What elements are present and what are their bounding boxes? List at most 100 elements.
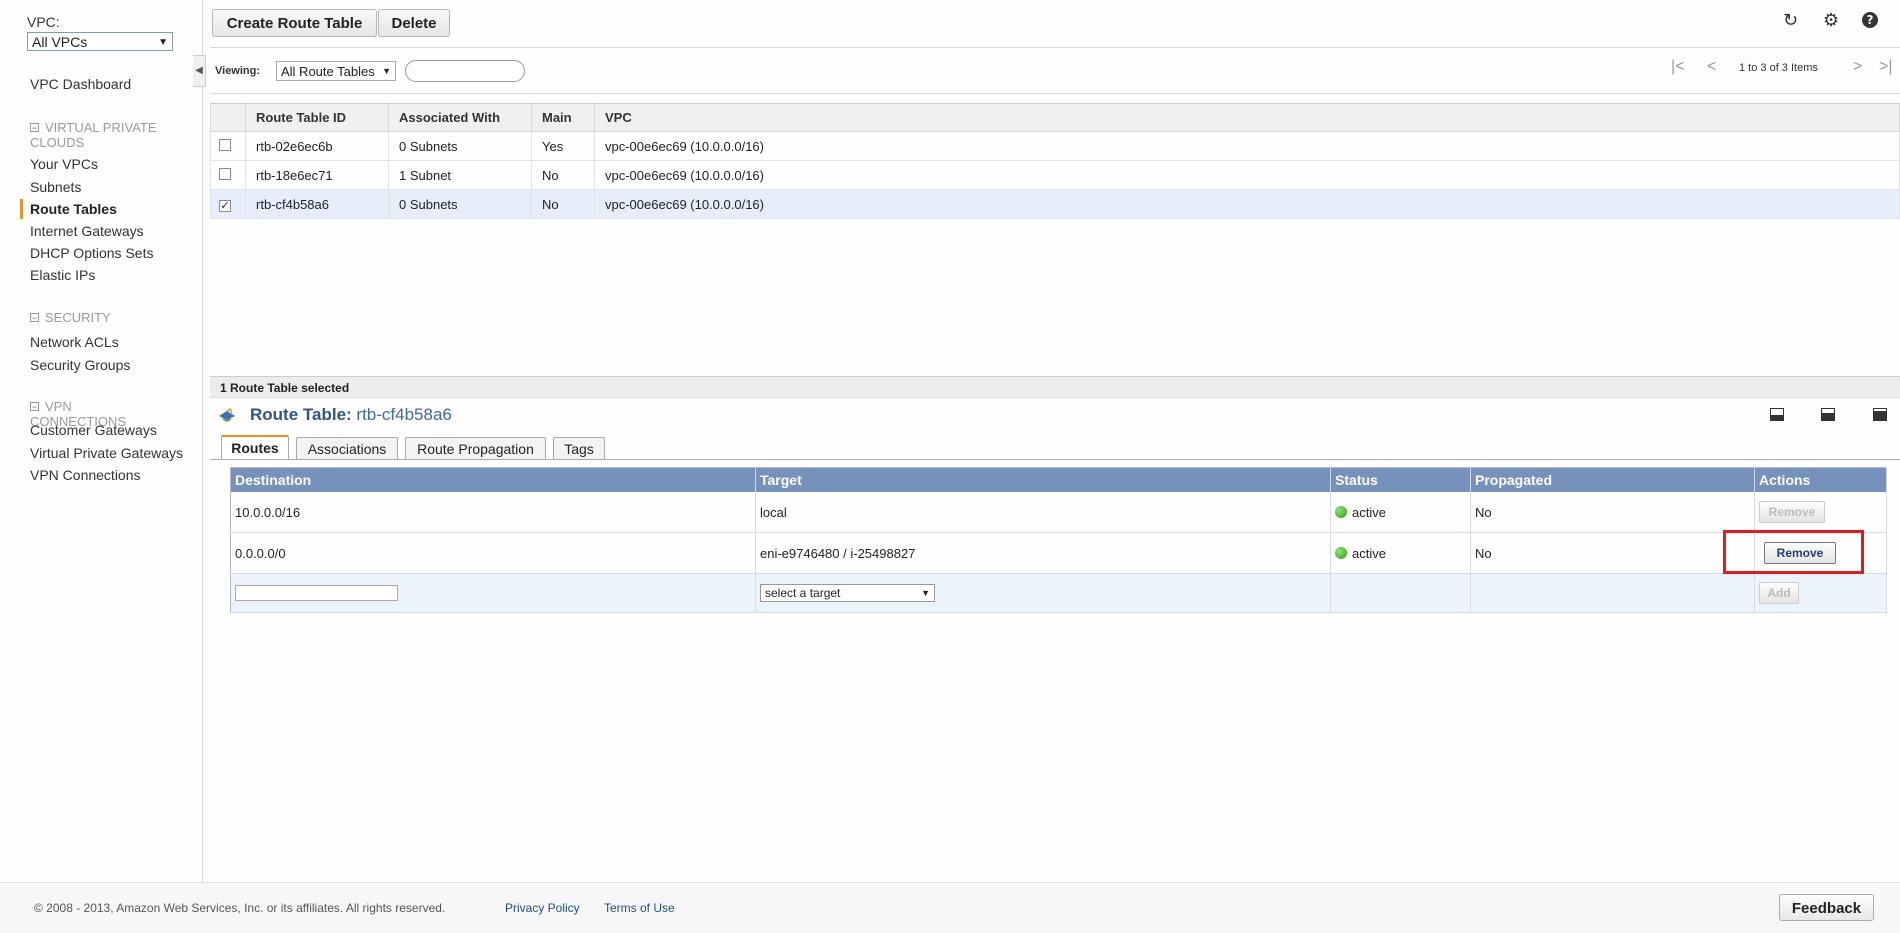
status-active-icon xyxy=(1335,546,1347,559)
status-text: active xyxy=(1352,545,1386,561)
first-page-icon[interactable]: |< xyxy=(1671,58,1685,76)
destination-input[interactable] xyxy=(235,585,398,602)
sidebar-item-customer-gateways[interactable]: Customer Gateways xyxy=(30,422,157,438)
row-checkbox[interactable] xyxy=(219,167,231,180)
column-header[interactable]: Route Table ID xyxy=(245,103,389,132)
prev-page-icon[interactable]: < xyxy=(1707,58,1716,76)
viewing-filter-select[interactable]: All Route Tables ▼ xyxy=(276,61,396,81)
tab-routes[interactable]: Routes xyxy=(221,435,289,459)
sidebar-item-your-vpcs[interactable]: Your VPCs xyxy=(30,156,98,172)
chevron-down-icon: ▼ xyxy=(158,37,168,48)
vpc-filter-select[interactable]: All VPCs ▼ xyxy=(27,32,173,51)
table-row[interactable]: rtb-18e6ec71 1 Subnet No vpc-00e6ec69 (1… xyxy=(210,160,1900,190)
route-destination: 0.0.0.0/0 xyxy=(230,532,756,574)
sidebar-item-vpn-connections[interactable]: VPN Connections xyxy=(30,467,141,483)
vpc-filter-value: All VPCs xyxy=(32,34,88,50)
delete-button[interactable]: Delete xyxy=(378,9,450,37)
sidebar-item-route-tables[interactable]: Route Tables xyxy=(30,201,117,217)
section-title: SECURITY xyxy=(45,310,111,325)
column-header[interactable]: Main xyxy=(531,103,595,132)
route-row: 10.0.0.0/16 local active No Remove xyxy=(230,492,1887,533)
layout-top-icon[interactable] xyxy=(1873,408,1887,421)
viewing-divider xyxy=(210,93,1900,94)
layout-half-icon[interactable] xyxy=(1821,408,1835,421)
main-flag: Yes xyxy=(531,131,595,161)
route-status: active xyxy=(1330,532,1471,574)
toolbar-divider xyxy=(210,47,1900,48)
create-route-table-button[interactable]: Create Route Table xyxy=(212,9,377,37)
route-target: local xyxy=(755,492,1331,533)
status-text: active xyxy=(1352,504,1386,520)
table-row[interactable]: ✓ rtb-cf4b58a6 0 Subnets No vpc-00e6ec69… xyxy=(210,189,1900,219)
tab-associations[interactable]: Associations xyxy=(296,437,398,459)
collapse-icon: − xyxy=(30,123,39,133)
chevron-down-icon: ▼ xyxy=(382,66,391,76)
refresh-icon[interactable]: ↻ xyxy=(1783,10,1798,31)
chevron-left-icon: ◀ xyxy=(195,65,203,76)
gear-icon[interactable]: ⚙ xyxy=(1823,10,1839,31)
route-table-icon xyxy=(219,408,235,422)
sidebar: VPC: All VPCs ▼ VPC Dashboard − VIRTUAL P… xyxy=(0,0,203,882)
table-header-row: Route Table ID Associated With Main VPC xyxy=(210,103,1900,132)
panel-title-label: Route Table: xyxy=(250,405,352,424)
tab-tags[interactable]: Tags xyxy=(553,437,605,459)
remove-route-button-disabled: Remove xyxy=(1759,501,1825,523)
vpc-filter-label: VPC: xyxy=(27,14,60,30)
select-column-header xyxy=(210,103,246,132)
column-header: Propagated xyxy=(1470,467,1755,492)
copyright-text: © 2008 - 2013, Amazon Web Services, Inc.… xyxy=(34,901,446,915)
table-row[interactable]: rtb-02e6ec6b 0 Subnets Yes vpc-00e6ec69 … xyxy=(210,131,1900,161)
footer: © 2008 - 2013, Amazon Web Services, Inc.… xyxy=(0,882,1900,933)
target-select[interactable]: select a target ▼ xyxy=(760,584,935,602)
associated-with: 0 Subnets xyxy=(388,189,532,219)
route-tables-table: Route Table ID Associated With Main VPC … xyxy=(210,103,1900,219)
search-input[interactable] xyxy=(405,60,525,82)
row-checkbox[interactable] xyxy=(219,138,231,151)
vpc-value: vpc-00e6ec69 (10.0.0.0/16) xyxy=(594,131,1900,161)
highlight-annotation xyxy=(1723,530,1864,574)
chevron-down-icon: ▼ xyxy=(921,588,930,598)
feedback-button[interactable]: Feedback xyxy=(1779,894,1874,921)
status-active-icon xyxy=(1335,505,1347,518)
add-route-button: Add xyxy=(1759,582,1799,604)
associated-with: 1 Subnet xyxy=(388,160,532,190)
panel-title-id: rtb-cf4b58a6 xyxy=(356,405,452,424)
route-table-id: rtb-02e6ec6b xyxy=(245,131,389,161)
associated-with: 0 Subnets xyxy=(388,131,532,161)
sidebar-item-subnets[interactable]: Subnets xyxy=(30,179,81,195)
column-header: Destination xyxy=(230,467,756,492)
sidebar-section-security[interactable]: − SECURITY xyxy=(30,310,170,325)
sidebar-item-vpc-dashboard[interactable]: VPC Dashboard xyxy=(30,76,131,92)
section-title: VIRTUAL PRIVATE CLOUDS xyxy=(30,120,157,150)
next-page-icon[interactable]: > xyxy=(1853,58,1862,76)
row-checkbox-checked[interactable]: ✓ xyxy=(219,199,231,212)
layout-bottom-icon[interactable] xyxy=(1770,408,1784,421)
main-flag: No xyxy=(531,160,595,190)
main-flag: No xyxy=(531,189,595,219)
terms-of-use-link[interactable]: Terms of Use xyxy=(604,901,675,915)
privacy-policy-link[interactable]: Privacy Policy xyxy=(505,901,580,915)
column-header[interactable]: VPC xyxy=(594,103,1900,132)
sidebar-item-elastic-ips[interactable]: Elastic IPs xyxy=(30,267,95,283)
route-target: eni-e9746480 / i-25498827 xyxy=(755,532,1331,574)
sidebar-item-security-groups[interactable]: Security Groups xyxy=(30,357,130,373)
collapse-icon: − xyxy=(30,402,39,412)
route-row: 0.0.0.0/0 eni-e9746480 / i-25498827 acti… xyxy=(230,532,1887,574)
route-table-id: rtb-cf4b58a6 xyxy=(245,189,389,219)
last-page-icon[interactable]: >| xyxy=(1879,58,1893,76)
panel-title: Route Table: rtb-cf4b58a6 xyxy=(250,405,452,425)
route-destination: 10.0.0.0/16 xyxy=(230,492,756,533)
sidebar-item-network-acls[interactable]: Network ACLs xyxy=(30,334,119,350)
sidebar-section-vpcs[interactable]: − VIRTUAL PRIVATE CLOUDS xyxy=(30,120,170,150)
collapse-sidebar-handle[interactable]: ◀ xyxy=(193,55,206,87)
route-status: active xyxy=(1330,492,1471,533)
add-route-row: select a target ▼ Add xyxy=(230,573,1887,613)
active-indicator xyxy=(20,199,23,219)
target-placeholder: select a target xyxy=(765,586,841,600)
tab-route-propagation[interactable]: Route Propagation xyxy=(405,437,546,459)
sidebar-item-dhcp-options-sets[interactable]: DHCP Options Sets xyxy=(30,245,153,261)
sidebar-item-virtual-private-gateways[interactable]: Virtual Private Gateways xyxy=(30,445,183,461)
sidebar-item-internet-gateways[interactable]: Internet Gateways xyxy=(30,223,144,239)
column-header[interactable]: Associated With xyxy=(388,103,532,132)
help-icon[interactable]: ? xyxy=(1861,11,1879,34)
